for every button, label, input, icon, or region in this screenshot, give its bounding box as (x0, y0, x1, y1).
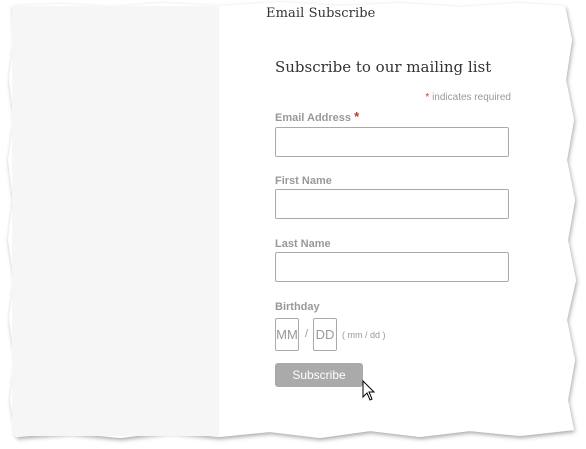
birthday-format-hint: ( mm / dd ) (342, 330, 386, 340)
email-label: Email Address * (275, 109, 359, 124)
mouse-pointer-icon (362, 380, 376, 401)
birthday-day-input[interactable]: DD (313, 318, 337, 351)
email-required-asterisk: * (354, 109, 360, 124)
last-name-label: Last Name (275, 238, 331, 250)
last-name-field[interactable] (275, 252, 509, 282)
first-name-field[interactable] (275, 189, 509, 219)
required-asterisk: * (425, 92, 430, 103)
form-heading: Subscribe to our mailing list (275, 58, 492, 76)
widget-title: Email Subscribe (266, 6, 376, 21)
birthday-label: Birthday (275, 301, 320, 313)
sidebar-blank-area (12, 6, 219, 436)
required-note-text: indicates required (432, 92, 511, 103)
first-name-label: First Name (275, 175, 332, 187)
email-field[interactable] (275, 127, 509, 157)
required-note: * indicates required (425, 92, 511, 103)
subscribe-button[interactable]: Subscribe (275, 363, 363, 387)
email-label-text: Email Address (275, 112, 352, 124)
birthday-separator: / (305, 328, 309, 340)
birthday-month-input[interactable]: MM (275, 318, 299, 351)
signup-widget: Email Subscribe Subscribe to our mailing… (219, 0, 574, 440)
